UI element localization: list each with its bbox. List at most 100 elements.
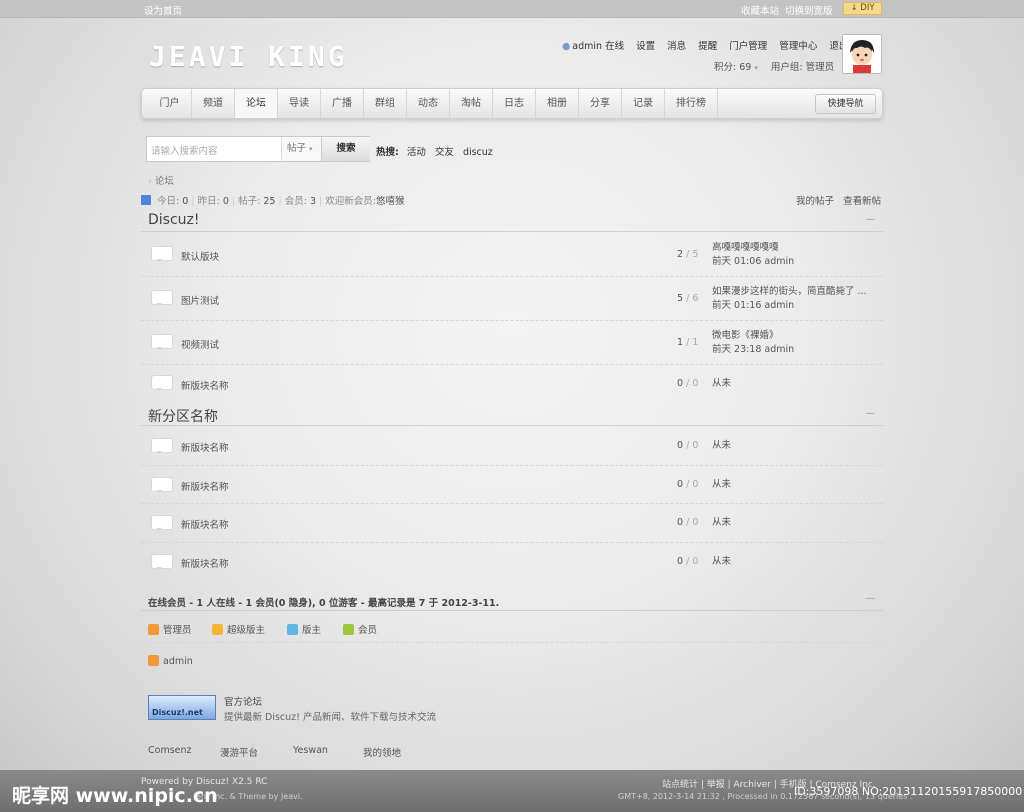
forum-name[interactable]: 新版块名称 bbox=[181, 440, 229, 454]
user-icon: ● bbox=[562, 41, 571, 52]
last-post-title[interactable]: 高嘎嘎嘎嘎嘎嘎 bbox=[712, 241, 794, 255]
speech-bubble-icon bbox=[151, 290, 173, 306]
main-nav: 门户 频道 论坛 导读 广播 群组 动态 淘帖 日志 相册 分享 记录 排行榜 … bbox=[141, 88, 883, 119]
category-header: Discuz! — bbox=[141, 210, 883, 232]
thread-count: 0 bbox=[677, 556, 684, 567]
last-post-title[interactable]: 微电影《裸婚》 bbox=[712, 329, 794, 343]
speech-bubble-icon bbox=[151, 554, 173, 570]
collapse-icon[interactable]: — bbox=[866, 214, 876, 225]
nav-item-activity[interactable]: 动态 bbox=[407, 89, 450, 118]
friend-link[interactable]: Comsenz bbox=[148, 745, 192, 756]
last-post-title[interactable]: 如果漫步这样的街头，简直酷毙了 ... bbox=[712, 285, 867, 299]
divider bbox=[141, 642, 883, 643]
search-type-select[interactable]: 帖子 ▾ bbox=[281, 137, 321, 161]
wide-mode-link[interactable]: 切换到宽版 bbox=[785, 3, 833, 17]
breadcrumb-forum[interactable]: 论坛 bbox=[155, 176, 174, 187]
friend-link[interactable]: 漫游平台 bbox=[220, 745, 258, 759]
site-logo[interactable]: JEAVI KING bbox=[149, 40, 348, 73]
search-box: 请输入搜索内容 帖子 ▾ 搜索 bbox=[146, 136, 370, 162]
notifications-link[interactable]: 提醒 bbox=[698, 41, 717, 52]
category-title[interactable]: 新分区名称 bbox=[148, 406, 218, 426]
newest-member-link[interactable]: 悠嘻猴 bbox=[376, 196, 405, 207]
search-button[interactable]: 搜索 bbox=[321, 137, 370, 161]
avatar[interactable] bbox=[842, 34, 882, 74]
legend-member: 会员 bbox=[343, 622, 377, 636]
search-input[interactable]: 请输入搜索内容 bbox=[151, 143, 218, 157]
points-menu[interactable]: 积分: 69 bbox=[714, 62, 751, 73]
forum-counts: 0 / 0 bbox=[677, 440, 699, 451]
forum-name[interactable]: 新版块名称 bbox=[181, 517, 229, 531]
category-title[interactable]: Discuz! bbox=[148, 212, 200, 228]
diy-button[interactable]: ↓ DIY bbox=[843, 2, 882, 15]
portal-admin-link[interactable]: 门户管理 bbox=[729, 41, 767, 52]
admin-role-icon bbox=[148, 655, 159, 666]
online-summary[interactable]: 在线会员 - 1 人在线 - 1 会员(0 隐身), 0 位游客 - 最高记录是… bbox=[148, 595, 499, 609]
diy-label: DIY bbox=[860, 3, 875, 13]
forum-name[interactable]: 视频测试 bbox=[181, 337, 219, 351]
post-count: 0 bbox=[692, 556, 699, 567]
forum-name[interactable]: 新版块名称 bbox=[181, 378, 229, 392]
collapse-icon[interactable]: — bbox=[865, 593, 875, 604]
forum-row: 默认版块 2 / 5 高嘎嘎嘎嘎嘎嘎 前天 01:06 admin bbox=[141, 233, 883, 277]
online-user-name[interactable]: admin bbox=[163, 656, 193, 667]
chevron-right-icon: › bbox=[148, 176, 152, 187]
nav-item-ranking[interactable]: 排行榜 bbox=[665, 89, 718, 118]
last-post: 从未 bbox=[712, 377, 731, 391]
today-count: 0 bbox=[182, 196, 189, 207]
chevron-down-icon: ▾ bbox=[754, 64, 758, 72]
last-post-title: 从未 bbox=[712, 378, 732, 389]
nav-item-portal[interactable]: 门户 bbox=[148, 89, 192, 118]
nav-item-record[interactable]: 记录 bbox=[622, 89, 665, 118]
last-post-title: 从未 bbox=[712, 556, 732, 567]
collapse-icon[interactable]: — bbox=[866, 408, 876, 419]
my-posts-link[interactable]: 我的帖子 bbox=[796, 196, 834, 207]
nav-item-share[interactable]: 分享 bbox=[579, 89, 622, 118]
hot-item[interactable]: 交友 bbox=[435, 147, 454, 158]
discuz-logo[interactable]: Discuz!.net bbox=[148, 695, 216, 720]
hot-item[interactable]: discuz bbox=[463, 147, 493, 158]
forum-name[interactable]: 默认版块 bbox=[181, 249, 219, 263]
watermark-id: ID:3597098 NO:20131120155917850000 bbox=[794, 785, 1023, 798]
nav-item-forum[interactable]: 论坛 bbox=[235, 89, 278, 118]
post-count: 0 bbox=[692, 517, 699, 528]
quick-nav-button[interactable]: 快捷导航 bbox=[815, 94, 876, 114]
avatar-face-icon bbox=[843, 35, 881, 73]
posts-label: 帖子: bbox=[238, 196, 261, 207]
online-user[interactable]: admin bbox=[148, 655, 193, 667]
speech-bubble-icon bbox=[151, 375, 173, 391]
set-homepage-link[interactable]: 设为首页 bbox=[144, 3, 182, 17]
admin-center-link[interactable]: 管理中心 bbox=[779, 41, 817, 52]
friend-link[interactable]: 我的领地 bbox=[363, 745, 401, 759]
messages-link[interactable]: 消息 bbox=[667, 41, 686, 52]
post-count: 1 bbox=[692, 337, 699, 348]
user-group: 用户组: 管理员 bbox=[770, 62, 835, 73]
nav-item-collection[interactable]: 淘帖 bbox=[450, 89, 493, 118]
new-posts-link[interactable]: 查看新帖 bbox=[843, 196, 881, 207]
nav-item-guide[interactable]: 导读 bbox=[278, 89, 321, 118]
my-links: 我的帖子 查看新帖 bbox=[796, 193, 881, 207]
forum-counts: 1 / 1 bbox=[677, 337, 699, 348]
forum-counts: 5 / 6 bbox=[677, 293, 699, 304]
settings-link[interactable]: 设置 bbox=[636, 41, 655, 52]
nav-item-channel[interactable]: 频道 bbox=[192, 89, 235, 118]
nav-item-groups[interactable]: 群组 bbox=[364, 89, 407, 118]
friend-link[interactable]: Yeswan bbox=[293, 745, 328, 756]
nav-item-broadcast[interactable]: 广播 bbox=[321, 89, 364, 118]
forum-row: 新版块名称 0 / 0 从未 bbox=[141, 466, 883, 504]
hot-item[interactable]: 活动 bbox=[407, 147, 426, 158]
forum-name[interactable]: 图片测试 bbox=[181, 293, 219, 307]
nav-item-album[interactable]: 相册 bbox=[536, 89, 579, 118]
username-status[interactable]: admin 在线 bbox=[572, 41, 624, 52]
breadcrumb: › 论坛 bbox=[148, 173, 174, 187]
forum-stats: 今日: 0 | 昨日: 0 | 帖子: 25 | 会员: 3 | 欢迎新会员:悠… bbox=[141, 193, 404, 207]
forum-row: 图片测试 5 / 6 如果漫步这样的街头，简直酷毙了 ... 前天 01:16 … bbox=[141, 277, 883, 321]
forum-name[interactable]: 新版块名称 bbox=[181, 556, 229, 570]
yesterday-count: 0 bbox=[222, 196, 229, 207]
speech-bubble-icon bbox=[151, 334, 173, 350]
last-post-info: 前天 01:16 admin bbox=[712, 300, 795, 311]
nav-item-blog[interactable]: 日志 bbox=[493, 89, 536, 118]
bookmark-link[interactable]: 收藏本站 bbox=[741, 3, 779, 17]
hot-label: 热搜: bbox=[376, 147, 399, 158]
forum-name[interactable]: 新版块名称 bbox=[181, 479, 229, 493]
official-forum-title[interactable]: 官方论坛 bbox=[224, 694, 262, 708]
